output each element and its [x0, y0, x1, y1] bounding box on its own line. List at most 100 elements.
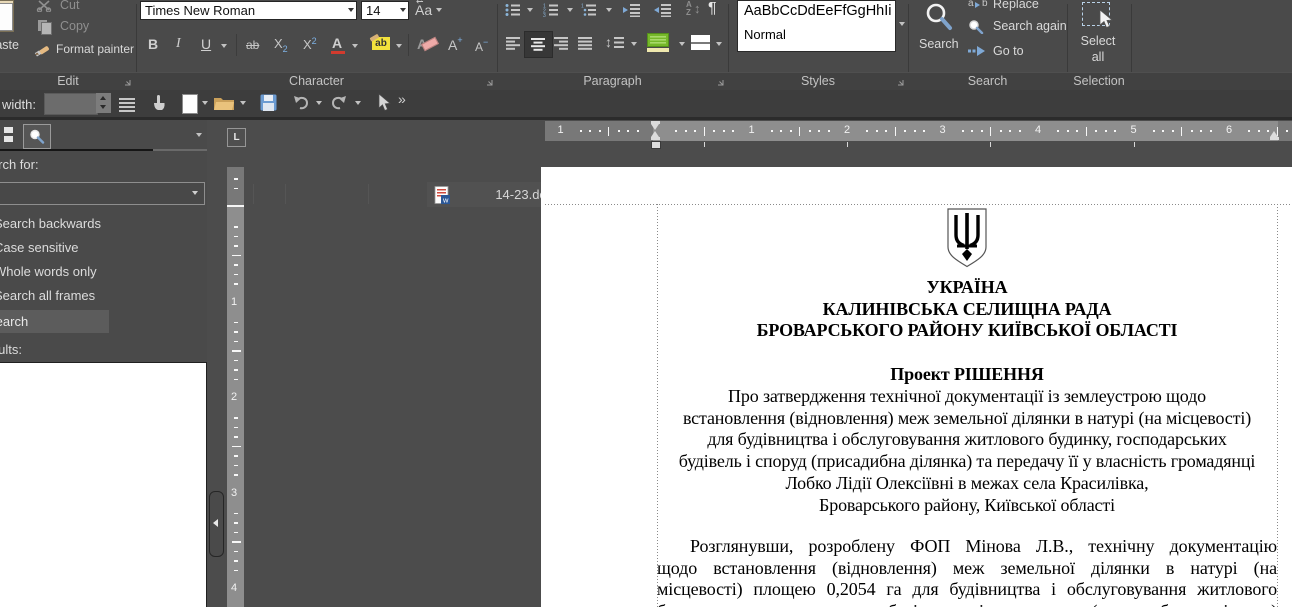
left-indent-marker[interactable]: [651, 131, 660, 140]
redo-dropdown-icon[interactable]: [355, 101, 361, 105]
character-dialog-launcher-icon[interactable]: [486, 79, 493, 86]
pilcrow-button[interactable]: ¶: [708, 0, 717, 18]
spinner-down-icon[interactable]: [100, 105, 106, 109]
bullet-list-dropdown-icon[interactable]: [527, 8, 533, 12]
font-size-dropdown-icon[interactable]: [400, 8, 406, 12]
search-backwards-label[interactable]: Search backwards: [0, 216, 101, 231]
line-spacing-dropdown-icon[interactable]: [631, 42, 637, 46]
font-color-button[interactable]: A: [331, 35, 347, 55]
italic-button[interactable]: I: [176, 36, 181, 52]
change-case-label: Aa: [415, 2, 432, 18]
touch-mode-button[interactable]: [149, 93, 169, 113]
multilevel-list-icon: 1: [581, 3, 597, 17]
borders-button[interactable]: [691, 35, 710, 50]
font-size-combobox[interactable]: 14: [361, 1, 409, 20]
change-case-button[interactable]: ⇄ Aa: [414, 0, 444, 20]
underline-button[interactable]: U: [201, 36, 211, 52]
decrease-indent-button[interactable]: [653, 3, 672, 17]
font-name-dropdown-icon[interactable]: [348, 8, 354, 12]
replace-button[interactable]: a b Replace: [968, 0, 1063, 14]
line-style-button[interactable]: [119, 96, 135, 112]
bold-button[interactable]: B: [148, 36, 158, 52]
title-line: КАЛИНІВСЬКА СЕЛИЩНА РАДА: [657, 299, 1277, 321]
numbered-list-dropdown-icon[interactable]: [567, 8, 573, 12]
open-file-button[interactable]: [213, 95, 235, 111]
sidebar-collapse-handle[interactable]: [209, 491, 224, 557]
superscript-button[interactable]: X2: [303, 36, 325, 54]
align-left-button[interactable]: [506, 37, 521, 50]
subscript-button[interactable]: X2: [274, 36, 296, 54]
document-page[interactable]: УКРАЇНА КАЛИНІВСЬКА СЕЛИЩНА РАДА БРОВАРС…: [541, 167, 1292, 607]
hruler-right-margin-zone: [1278, 121, 1292, 141]
format-painter-button[interactable]: Format painter: [34, 41, 134, 59]
shrink-font-button[interactable]: A−: [475, 37, 493, 57]
sidebar-options-dropdown-icon[interactable]: [196, 133, 202, 137]
multilevel-list-dropdown-icon[interactable]: [606, 8, 612, 12]
justify-button[interactable]: [578, 37, 593, 50]
select-all-button[interactable]: Select all: [1072, 0, 1124, 68]
ribbon: Paste Cut Copy Format painter Times: [0, 0, 1292, 90]
redo-button[interactable]: [330, 94, 348, 111]
sidebar-search-button[interactable]: Search: [0, 310, 109, 333]
clear-formatting-button[interactable]: A: [417, 35, 441, 55]
go-to-button[interactable]: Go to: [968, 43, 1063, 61]
align-right-button[interactable]: [554, 37, 569, 50]
font-name-combobox[interactable]: Times New Roman: [140, 1, 357, 20]
case-sensitive-label[interactable]: Case sensitive: [0, 240, 79, 255]
align-center-button[interactable]: [524, 31, 553, 58]
undo-button[interactable]: [292, 94, 310, 111]
underline-dropdown-icon[interactable]: [221, 44, 227, 48]
bullet-list-button[interactable]: [505, 3, 520, 17]
subscript-2: 2: [283, 44, 288, 54]
new-document-dropdown-icon[interactable]: [202, 101, 208, 105]
first-line-indent-marker[interactable]: [651, 121, 660, 130]
search-all-frames-label[interactable]: Search all frames: [0, 288, 95, 303]
toolbar-overflow-chevron[interactable]: »: [398, 91, 406, 107]
line-spacing-button[interactable]: ↕: [605, 34, 625, 52]
change-case-dropdown-icon[interactable]: [436, 8, 442, 12]
cut-button[interactable]: Cut: [36, 0, 131, 14]
highlight-button[interactable]: ab: [368, 35, 394, 55]
sort-button[interactable]: A Z ↕: [686, 1, 706, 19]
styles-gallery[interactable]: AaBbCcDdEeFfGgHhIi Normal: [737, 0, 896, 52]
right-indent-marker[interactable]: [1270, 131, 1279, 140]
undo-dropdown-icon[interactable]: [316, 101, 322, 105]
search-for-combobox[interactable]: [0, 182, 205, 205]
left-indent-square-marker[interactable]: [651, 141, 661, 149]
whole-words-label[interactable]: Whole words only: [0, 264, 97, 279]
increase-indent-button[interactable]: [622, 3, 641, 17]
copy-button[interactable]: Copy: [36, 18, 131, 36]
shading-dropdown-icon[interactable]: [679, 42, 685, 46]
format-painter-brush-icon: [34, 42, 52, 57]
borders-dropdown-icon[interactable]: [716, 42, 722, 46]
save-button[interactable]: [260, 94, 277, 111]
paragraph-dialog-launcher-icon[interactable]: [717, 79, 724, 86]
shading-icon: [647, 33, 669, 47]
edit-dialog-launcher-icon[interactable]: [124, 79, 131, 86]
paste-button-label[interactable]: Paste: [0, 38, 19, 52]
strikethrough-button[interactable]: ab: [246, 38, 259, 52]
sidebar-search-tab-button[interactable]: [23, 124, 51, 149]
results-listbox[interactable]: [0, 362, 207, 607]
font-color-dropdown-icon[interactable]: [352, 44, 358, 48]
new-document-button[interactable]: [182, 94, 198, 114]
styles-dialog-launcher-icon[interactable]: [897, 79, 904, 86]
panel-list-icon[interactable]: [4, 127, 13, 133]
tab-stop-type-selector[interactable]: L: [227, 128, 246, 147]
search-for-dropdown-icon[interactable]: [192, 191, 198, 195]
spinner-up-icon[interactable]: [100, 96, 106, 100]
numbered-list-button[interactable]: 1 2 3: [543, 3, 559, 17]
paste-button[interactable]: [0, 0, 20, 36]
replace-icon-a: a: [968, 0, 974, 9]
object-mode-button[interactable]: [377, 93, 391, 113]
search-button[interactable]: Search: [912, 0, 964, 60]
width-input[interactable]: [44, 93, 98, 115]
shading-button[interactable]: [647, 33, 669, 53]
copy-button-label: Copy: [60, 19, 89, 33]
open-file-dropdown-icon[interactable]: [240, 101, 246, 105]
width-spinner[interactable]: [96, 93, 111, 113]
multilevel-list-button[interactable]: 1: [581, 3, 597, 17]
highlight-dropdown-icon[interactable]: [396, 44, 402, 48]
grow-font-button[interactable]: A+: [448, 35, 466, 55]
search-again-button[interactable]: Search again: [968, 18, 1063, 36]
